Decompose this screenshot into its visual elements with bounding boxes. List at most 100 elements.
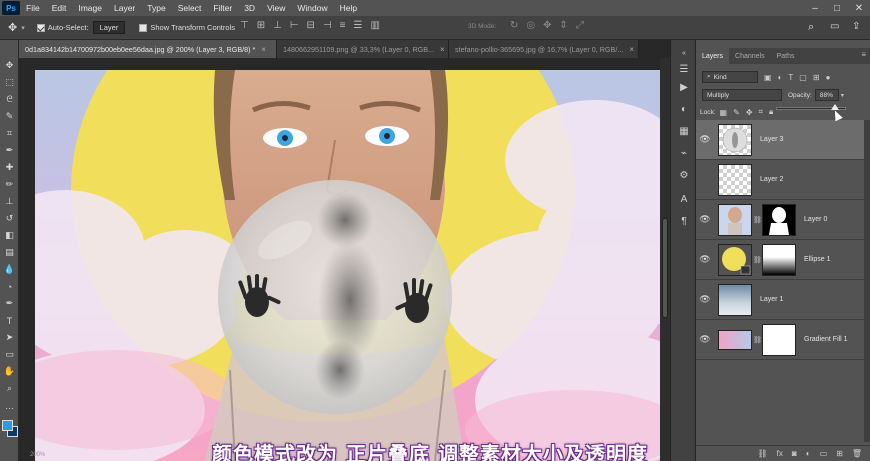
document-canvas[interactable] <box>35 70 660 461</box>
history-brush-icon[interactable]: ↺ <box>2 211 17 226</box>
filter-smart-object-icon[interactable]: ⊞ <box>813 73 820 82</box>
filter-type-icon[interactable]: T <box>788 73 793 82</box>
history-panel-icon[interactable]: ☰ <box>677 62 691 76</box>
crop-icon[interactable]: ⌗ <box>2 126 17 141</box>
new-layer-icon[interactable]: ⊞ <box>836 449 843 458</box>
layer-row[interactable]: 👁︎ ⛓ Layer 0 <box>696 200 864 240</box>
visibility-eye-icon[interactable]: 👁︎ <box>696 134 714 145</box>
menu-image[interactable]: Image <box>72 3 108 13</box>
visibility-eye-icon[interactable]: 👁︎ <box>696 334 714 345</box>
minimize-button[interactable]: – <box>804 0 826 16</box>
search-icon[interactable]: ⌕ <box>808 21 814 34</box>
distribute-h-icon[interactable]: ☰ <box>354 20 363 31</box>
layer-row[interactable]: 👁︎ ⛓ Gradient Fill 1 <box>696 320 864 360</box>
show-transform-checkbox[interactable] <box>139 23 148 32</box>
brush-settings-icon[interactable]: ⌁ <box>677 146 691 160</box>
menu-type[interactable]: Type <box>141 3 171 13</box>
eraser-icon[interactable]: ◧ <box>2 228 17 243</box>
menu-help[interactable]: Help <box>334 3 363 13</box>
link-icon[interactable]: ⛓ <box>753 336 762 344</box>
visibility-eye-icon[interactable]: 👁︎ <box>696 214 714 225</box>
layer-row[interactable]: Layer 2 <box>696 160 864 200</box>
lock-all-icon[interactable]: 🔒︎ <box>769 107 773 117</box>
close-icon[interactable]: × <box>440 45 445 54</box>
blend-mode-dropdown[interactable]: Multiply <box>702 89 782 101</box>
layer-row[interactable]: 👁︎ Layer 3 <box>696 120 864 160</box>
filter-adjustment-icon[interactable]: ◐ <box>778 73 783 82</box>
actions-panel-icon[interactable]: ▶ <box>677 80 691 94</box>
canvas-vertical-scrollbar[interactable] <box>660 58 670 461</box>
doc-tab[interactable]: stefano-pollio-365695.jpg @ 16,7% (Layer… <box>449 40 639 58</box>
close-icon[interactable]: × <box>629 45 634 54</box>
character-panel-icon[interactable]: A <box>677 192 691 206</box>
lock-artboard-icon[interactable]: ⌗ <box>759 107 764 117</box>
filter-shape-icon[interactable]: ▢ <box>799 73 807 82</box>
kind-filter-dropdown[interactable]: ⌕ Kind <box>702 71 758 83</box>
color-panel-icon[interactable]: ◐ <box>677 102 691 116</box>
layer-mask-thumbnail[interactable] <box>762 324 796 356</box>
delete-layer-icon[interactable]: 🗑︎ <box>852 449 862 458</box>
layer-style-icon[interactable]: fx <box>777 449 783 458</box>
path-select-icon[interactable]: ➤ <box>2 330 17 345</box>
align-right-icon[interactable]: ⊣ <box>323 20 332 31</box>
menu-window[interactable]: Window <box>291 3 333 13</box>
link-icon[interactable]: ⛓ <box>753 216 762 224</box>
eyedropper-icon[interactable]: ✒ <box>2 143 17 158</box>
lock-transparent-icon[interactable]: ▦ <box>720 108 728 117</box>
shape-icon[interactable]: ▭ <box>2 347 17 362</box>
layer-mask-thumbnail[interactable] <box>762 244 796 276</box>
lock-position-icon[interactable]: ✥ <box>746 108 753 117</box>
doc-tab-active[interactable]: 0d1a834142b14700972b00eb0ee56daa.jpg @ 2… <box>19 40 277 58</box>
layer-row[interactable]: 👁︎ ⛓ Ellipse 1 <box>696 240 864 280</box>
opacity-input[interactable]: 88% <box>814 89 839 101</box>
panel-menu-icon[interactable]: ≡ <box>861 50 866 59</box>
tab-paths[interactable]: Paths <box>771 48 801 64</box>
link-layers-icon[interactable]: ⛓ <box>758 449 768 458</box>
menu-layer[interactable]: Layer <box>108 3 141 13</box>
link-icon[interactable]: ⛓ <box>753 256 762 264</box>
brush-icon[interactable]: ✏ <box>2 177 17 192</box>
hand-icon[interactable]: ✋ <box>2 364 17 379</box>
align-left-icon[interactable]: ⊢ <box>290 20 299 31</box>
share-icon[interactable]: ⇪ <box>852 21 860 32</box>
align-top-icon[interactable]: ⊤ <box>240 20 249 31</box>
3d-slide-icon[interactable]: ⇕ <box>560 20 568 31</box>
foreground-color-swatch[interactable] <box>2 420 13 431</box>
visibility-eye-icon[interactable]: 👁︎ <box>696 254 714 265</box>
3d-scale-icon[interactable]: ⤢ <box>576 20 584 31</box>
workspace-switcher-icon[interactable]: ▭ <box>830 21 839 32</box>
adjustment-layer-icon[interactable]: ◐ <box>806 449 811 458</box>
type-icon[interactable]: T <box>2 313 17 328</box>
3d-roll-icon[interactable]: ◎ <box>526 20 535 31</box>
dodge-icon[interactable]: ◔ <box>2 279 17 294</box>
blur-icon[interactable]: 💧 <box>2 262 17 277</box>
add-mask-icon[interactable]: ◙ <box>792 449 797 458</box>
tab-layers[interactable]: Layers <box>696 48 730 64</box>
maximize-button[interactable]: □ <box>826 0 848 16</box>
doc-tab[interactable]: 1480662951109.png @ 33,3% (Layer 0, RGB.… <box>277 40 449 58</box>
adjustments-panel-icon[interactable]: ⚙ <box>677 168 691 182</box>
lock-image-icon[interactable]: ✎ <box>733 108 740 117</box>
menu-view[interactable]: View <box>261 3 291 13</box>
close-window-button[interactable]: ✕ <box>848 0 870 16</box>
3d-pan-icon[interactable]: ✥ <box>543 20 551 31</box>
move-icon[interactable]: ✥ <box>2 58 17 73</box>
menu-filter[interactable]: Filter <box>207 3 238 13</box>
quick-select-icon[interactable]: ✎ <box>2 109 17 124</box>
more-tools-icon[interactable]: … <box>2 398 17 413</box>
auto-select-target-dropdown[interactable]: Layer <box>92 21 126 34</box>
menu-select[interactable]: Select <box>172 3 208 13</box>
align-center-icon[interactable]: ⊟ <box>307 20 315 31</box>
distribute-icon[interactable]: ≡ <box>340 20 346 31</box>
collapse-panels-icon[interactable]: « <box>677 46 691 60</box>
layer-row[interactable]: 👁︎ Layer 1 <box>696 280 864 320</box>
menu-file[interactable]: File <box>20 3 46 13</box>
gradient-icon[interactable]: ▤ <box>2 245 17 260</box>
clone-stamp-icon[interactable]: ⊥ <box>2 194 17 209</box>
lasso-icon[interactable]: ᘓ <box>2 92 17 107</box>
filter-toggle-icon[interactable]: ● <box>826 73 831 82</box>
align-bottom-icon[interactable]: ⊥ <box>273 20 282 31</box>
layer-mask-thumbnail[interactable] <box>762 204 796 236</box>
pen-icon[interactable]: ✒ <box>2 296 17 311</box>
healing-brush-icon[interactable]: ✚ <box>2 160 17 175</box>
